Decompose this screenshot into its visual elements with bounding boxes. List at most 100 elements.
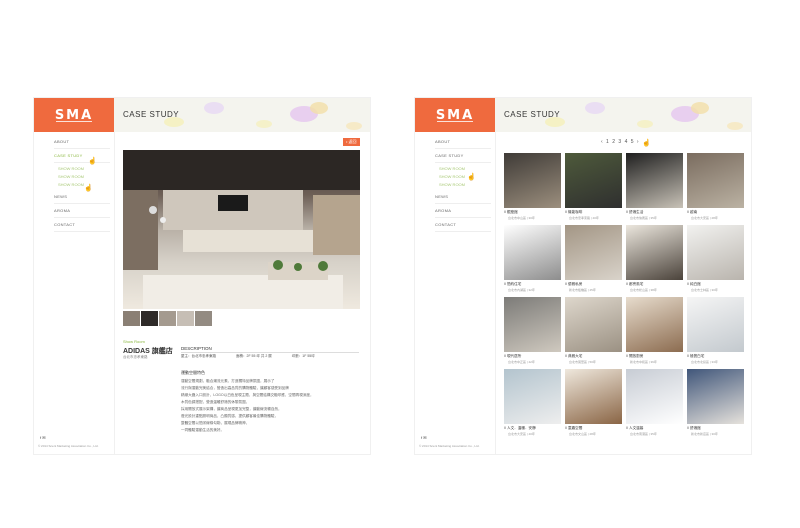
case-title[interactable]: // 都會風宅 <box>626 282 643 287</box>
pagination[interactable]: ‹ 1 2 3 4 5 › <box>601 139 640 145</box>
subnav-show-room-3[interactable]: SHOW ROOM <box>439 182 465 187</box>
description-line: 精緻大器入口設計，LOGO以白色呈現主題，與空間結構交融呼應，空間再現深度， <box>181 393 314 397</box>
case-title[interactable]: // 人文．溫暖．安靜 <box>504 426 536 431</box>
thumbnail[interactable] <box>195 311 212 326</box>
case-thumbnail[interactable] <box>687 369 744 424</box>
sma-logo[interactable]: SMA <box>415 98 495 132</box>
case-tile[interactable]: // 越南 台北市大安區 | 28坪 <box>687 153 744 225</box>
thumbnail[interactable] <box>159 311 176 326</box>
case-title[interactable]: // 銀座館 <box>504 210 518 215</box>
case-thumbnail[interactable] <box>565 369 622 424</box>
case-thumbnail[interactable] <box>504 225 561 280</box>
case-study-detail-page: SMA CASE STUDY ABOUT CASE STUDY ☝ SHOW R… <box>34 98 370 454</box>
case-location: 台北市文山區 | 28坪 <box>569 432 596 436</box>
case-location: 台北市中正區 | 42坪 <box>508 360 535 364</box>
nav-contact[interactable]: CONTACT <box>435 222 491 232</box>
project-location: 台北市忠孝東路 <box>123 355 148 359</box>
description-line: 一同體驗運動生活的美好。 <box>181 428 225 432</box>
banner-title: CASE STUDY <box>123 110 180 119</box>
case-title[interactable]: // 越南 <box>687 210 697 215</box>
thumbnail[interactable] <box>123 311 140 326</box>
case-thumbnail[interactable] <box>565 153 622 208</box>
case-location: 台北市大安區 | 40坪 <box>508 432 535 436</box>
case-tile[interactable]: // 舒適館 新北市新店區 | 30坪 <box>687 369 744 441</box>
case-thumbnail[interactable] <box>626 153 683 208</box>
case-title[interactable]: // 機能咖啡 <box>565 210 582 215</box>
thumbnail[interactable] <box>177 311 194 326</box>
case-thumbnail[interactable] <box>687 225 744 280</box>
subnav-show-room-1[interactable]: SHOW ROOM <box>58 166 84 171</box>
sidebar: ABOUT CASE STUDY ☝ SHOW ROOM SHOW ROOM S… <box>34 132 115 454</box>
subnav-show-room-2[interactable]: SHOW ROOM <box>58 174 84 179</box>
case-location: 台北市信義區 | 35坪 <box>630 216 657 220</box>
case-thumbnail[interactable] <box>565 225 622 280</box>
case-thumbnail[interactable] <box>565 297 622 352</box>
nav-news[interactable]: NEWS <box>54 194 110 204</box>
case-location: 台北市松山區 | 38坪 <box>630 288 657 292</box>
case-tile[interactable]: // 童趣空間 台北市文山區 | 28坪 <box>565 369 622 441</box>
nav-case-study[interactable]: CASE STUDY <box>54 153 110 163</box>
nav-about[interactable]: ABOUT <box>54 139 110 149</box>
thumbnail[interactable] <box>141 311 158 326</box>
case-title[interactable]: // 人文溫馨 <box>626 426 643 431</box>
case-location: 新北市新店區 | 30坪 <box>691 432 718 436</box>
case-title[interactable]: // 純白館 <box>687 282 701 287</box>
case-tile[interactable]: // 現代居所 台北市中正區 | 42坪 <box>504 297 561 369</box>
social-icons[interactable]: f ✉ <box>421 435 427 440</box>
nav-about[interactable]: ABOUT <box>435 139 491 149</box>
case-thumbnail[interactable] <box>626 297 683 352</box>
case-title[interactable]: // 舒適館 <box>687 426 701 431</box>
case-title[interactable]: // 極簡白宅 <box>687 354 704 359</box>
case-tile[interactable]: // 舒適生活 台北市信義區 | 35坪 <box>626 153 683 225</box>
thumbnail-strip <box>123 311 212 326</box>
case-tile[interactable]: // 純白館 台北市士林區 | 30坪 <box>687 225 744 297</box>
nav-contact[interactable]: CONTACT <box>54 222 110 232</box>
description-line: 流行與運動完美結合，營造出高品質的購物體驗，讓顧客感受到品牌 <box>181 386 289 390</box>
social-icons[interactable]: f ✉ <box>40 435 46 440</box>
case-thumbnail[interactable] <box>626 369 683 424</box>
case-title[interactable]: // 簡約住宅 <box>504 282 521 287</box>
description-line: 運動空間規劃，融合潮流元素，打造獨特品牌氛圍，展示了 <box>181 379 275 383</box>
case-study-list-page: SMA CASE STUDY ABOUT CASE STUDY SHOW ROO… <box>415 98 751 454</box>
nav-aroma[interactable]: AROMA <box>435 208 491 218</box>
case-location: 台北市南港區 | 35坪 <box>630 432 657 436</box>
case-grid: // 銀座館 台北市中山區 | 30坪// 機能咖啡 台北市忠孝東路 | 40坪//… <box>504 153 744 441</box>
case-title[interactable]: // 典雅大宅 <box>565 354 582 359</box>
case-tile[interactable]: // 優雅私房 新北市板橋區 | 45坪 <box>565 225 622 297</box>
nav-news[interactable]: NEWS <box>435 194 491 204</box>
case-thumbnail[interactable] <box>687 153 744 208</box>
case-tile[interactable]: // 銀座館 台北市中山區 | 30坪 <box>504 153 561 225</box>
case-tile[interactable]: // 典雅大宅 台北市萬華區 | 50坪 <box>565 297 622 369</box>
case-location: 台北市中山區 | 30坪 <box>508 216 535 220</box>
banner: CASE STUDY <box>114 98 370 132</box>
case-tile[interactable]: // 機能咖啡 台北市忠孝東路 | 40坪 <box>565 153 622 225</box>
case-title[interactable]: // 優雅私房 <box>565 282 582 287</box>
case-tile[interactable]: // 都會風宅 台北市松山區 | 38坪 <box>626 225 683 297</box>
case-thumbnail[interactable] <box>626 225 683 280</box>
case-location: 新北市中和區 | 36坪 <box>630 360 657 364</box>
sma-logo[interactable]: SMA <box>34 98 114 132</box>
back-button[interactable]: • 返回 <box>343 138 360 146</box>
case-location: 新北市板橋區 | 45坪 <box>569 288 596 292</box>
subnav-show-room-1[interactable]: SHOW ROOM <box>439 166 465 171</box>
nav-case-study[interactable]: CASE STUDY <box>435 153 491 163</box>
case-thumbnail[interactable] <box>504 153 561 208</box>
case-tile[interactable]: // 極簡白宅 台北市北投區 | 33坪 <box>687 297 744 369</box>
case-location: 台北市忠孝東路 | 40坪 <box>569 216 599 220</box>
case-tile[interactable]: // 人文溫馨 台北市南港區 | 35坪 <box>626 369 683 441</box>
case-tile[interactable]: // 人文．溫暖．安靜 台北市大安區 | 40坪 <box>504 369 561 441</box>
hand-cursor-icon: ☝ <box>88 158 97 165</box>
nav-aroma[interactable]: AROMA <box>54 208 110 218</box>
description-line: 木質色調搭配，營造溫暖舒適的休憩氛圍， <box>181 400 250 404</box>
case-title[interactable]: // 開放廚房 <box>626 354 643 359</box>
case-title[interactable]: // 舒適生活 <box>626 210 643 215</box>
case-thumbnail[interactable] <box>687 297 744 352</box>
case-tile[interactable]: // 開放廚房 新北市中和區 | 36坪 <box>626 297 683 369</box>
case-tile[interactable]: // 簡約住宅 台北市內湖區 | 32坪 <box>504 225 561 297</box>
subnav-show-room-3[interactable]: SHOW ROOM <box>58 182 84 187</box>
case-thumbnail[interactable] <box>504 297 561 352</box>
case-title[interactable]: // 童趣空間 <box>565 426 582 431</box>
case-thumbnail[interactable] <box>504 369 561 424</box>
subnav-show-room-2[interactable]: SHOW ROOM <box>439 174 465 179</box>
case-title[interactable]: // 現代居所 <box>504 354 521 359</box>
